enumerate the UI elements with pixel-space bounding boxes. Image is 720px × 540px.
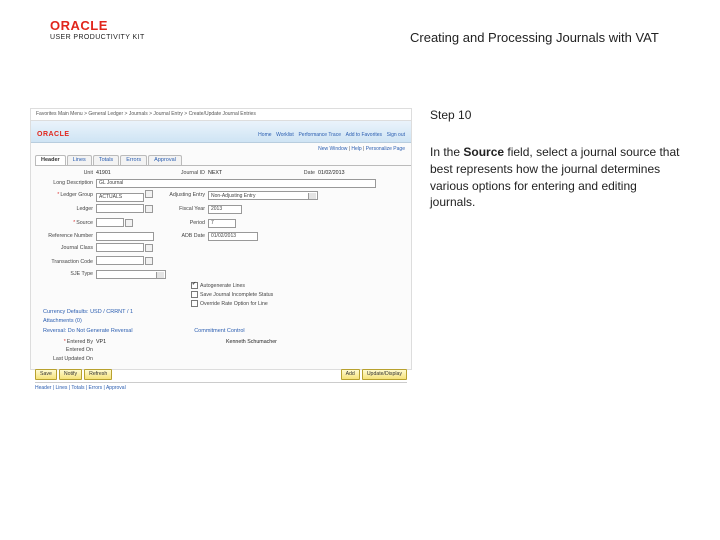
attachments-link[interactable]: Attachments (0) [43,318,411,325]
entby-value: VP1 [96,339,166,346]
tab-approval[interactable]: Approval [148,155,182,165]
source-input[interactable] [96,218,124,227]
chk-rate-label: Override Rate Option for Line [200,300,268,306]
period-label: Period [166,220,208,227]
lookup-icon[interactable] [145,257,153,265]
period-input[interactable]: 7 [208,219,236,228]
sjetype-select[interactable] [96,270,166,279]
fy-input[interactable]: 2013 [208,205,242,214]
adbdate-input[interactable]: 01/02/2013 [208,232,258,241]
txncode-label: Transaction Code [41,259,96,266]
adbdate-label: ADB Date [166,233,208,240]
checkbox-icon[interactable] [191,282,198,289]
reversal-link[interactable]: Reversal: Do Not Generate Reversal [43,328,133,335]
date-value: 01/02/2013 [318,170,378,177]
jclass-label: Journal Class [41,245,96,252]
ledgergrp-wrap: ACTUALS [96,190,166,202]
unit-value: 41901 [96,170,166,177]
tab-strip: Header Lines Totals Errors Approval [35,155,411,166]
chk-rate-row: Override Rate Option for Line [191,300,411,308]
lookup-icon[interactable] [145,190,153,198]
ledgergrp-input[interactable]: ACTUALS [96,193,144,202]
chk-savecomp-row: Save Journal Incomplete Status [191,291,411,299]
notify-button[interactable]: Notify [59,369,82,380]
app-header: ORACLE Home Worklist Performance Trace A… [31,121,411,143]
date-label: Date [280,170,318,177]
fy-label: Fiscal Year [166,206,208,213]
updatedisplay-button[interactable]: Update/Display [362,369,407,380]
ledger-input[interactable] [96,204,144,213]
jid-label: Journal ID [166,170,208,177]
upd-label: Last Updated On [41,356,96,363]
step-body: In the Source field, select a journal so… [430,144,680,211]
enton-label: Entered On [41,347,96,354]
adjent-select[interactable]: Non-Adjusting Entry [208,191,318,200]
tab-lines[interactable]: Lines [67,155,92,165]
step-label: Step 10 [430,108,680,122]
step-panel: Step 10 In the Source field, select a jo… [430,108,680,211]
journal-header-form: Unit 41901 Journal ID NEXT Date 01/02/20… [31,166,411,281]
brand-block: ORACLE USER PRODUCTIVITY KIT [50,18,145,41]
step-body-pre: In the [430,145,463,159]
source-wrap [96,218,166,230]
link-newwindow[interactable]: New Window [318,146,347,152]
jclass-wrap [96,243,166,255]
brand-sub: USER PRODUCTIVITY KIT [50,34,145,41]
tab-errors[interactable]: Errors [120,155,147,165]
ledger-wrap [96,204,166,216]
subheader-links: New Window | Help | Personalize Page [31,143,411,156]
entby-label: Entered By [41,339,96,346]
tab-header[interactable]: Header [35,155,66,165]
lookup-icon[interactable] [145,205,153,213]
tab-totals[interactable]: Totals [93,155,119,165]
page-title: Creating and Processing Journals with VA… [410,30,659,45]
brand-logo: ORACLE [50,18,145,33]
adjent-label: Adjusting Entry [166,192,208,199]
footer-tabs[interactable]: Header | Lines | Totals | Errors | Appro… [35,385,126,392]
checkbox-icon[interactable] [191,300,198,307]
chk-autogen-row: Autogenerate Lines [191,282,411,290]
audit-block: Entered By VP1 Kenneth Schumacher Entere… [31,337,411,366]
add-button[interactable]: Add [341,369,360,380]
nav-home[interactable]: Home [258,132,271,138]
action-bar: Save Notify Refresh Add Update/Display [35,369,407,380]
longdesc-label: Long Description [41,180,96,187]
refresh-button[interactable]: Refresh [84,369,112,380]
lookup-icon[interactable] [145,244,153,252]
save-button[interactable]: Save [35,369,57,380]
nav-perftrace[interactable]: Performance Trace [298,132,341,138]
commitment-link[interactable]: Commitment Control [194,328,244,335]
app-logo: ORACLE [37,130,70,139]
link-help[interactable]: Help [351,146,361,152]
source-label: Source [41,220,96,227]
longdesc-input[interactable]: GL Journal [96,179,376,188]
txncode-wrap [96,256,166,268]
currency-defaults-link[interactable]: Currency Defaults: USD / CRRNT / 1 [43,309,411,316]
chk-autogen-label: Autogenerate Lines [200,283,245,289]
nav-worklist[interactable]: Worklist [276,132,294,138]
app-screenshot: Favorites Main Menu > General Ledger > J… [30,108,412,370]
refno-input[interactable] [96,232,154,241]
lookup-icon[interactable] [125,219,133,227]
jclass-input[interactable] [96,243,144,252]
unit-label: Unit [41,170,96,177]
footer-tab-links: Header | Lines | Totals | Errors | Appro… [35,382,407,392]
refno-label: Reference Number [41,233,96,240]
breadcrumb-path: Favorites Main Menu > General Ledger > J… [36,111,256,118]
app-header-nav: Home Worklist Performance Trace Add to F… [255,132,405,140]
jid-value: NEXT [208,170,280,177]
nav-addfav[interactable]: Add to Favorites [346,132,382,138]
sjetype-label: SJE Type [41,271,96,278]
link-personalize[interactable]: Personalize Page [366,146,405,152]
entby-name: Kenneth Schumacher [226,339,316,346]
nav-signout[interactable]: Sign out [387,132,405,138]
ledgergrp-label: Ledger Group [41,192,96,199]
checkbox-icon[interactable] [191,291,198,298]
step-body-bold: Source [463,145,504,159]
ledger-label: Ledger [41,206,96,213]
chk-savecomp-label: Save Journal Incomplete Status [200,292,273,298]
breadcrumb: Favorites Main Menu > General Ledger > J… [31,109,411,121]
txncode-input[interactable] [96,256,144,265]
